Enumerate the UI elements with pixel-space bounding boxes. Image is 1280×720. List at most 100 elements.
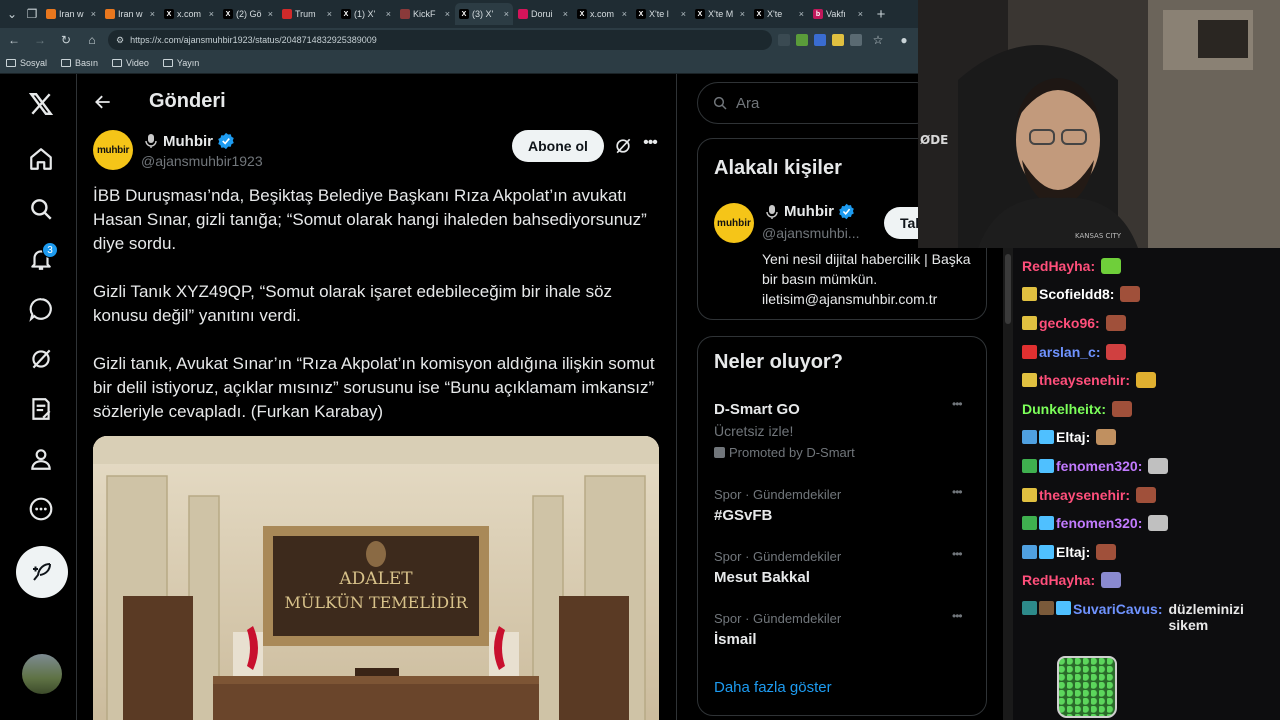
profile-icon[interactable]: ● <box>894 30 914 50</box>
grok-chat-icon[interactable] <box>17 285 65 333</box>
chat-username[interactable]: fenomen320: <box>1056 458 1142 474</box>
trend-name: Mesut Bakkal <box>714 569 810 586</box>
notifications-icon[interactable] <box>17 235 65 283</box>
chat-username[interactable]: arslan_c: <box>1039 344 1100 360</box>
browser-tab[interactable]: X X'te × <box>750 3 808 25</box>
tab-favicon-icon: X <box>754 9 764 19</box>
stream-chat: RedHayha: Scofieldd8: gecko96: arslan_c:the… <box>1013 248 1280 720</box>
tab-close-icon[interactable]: × <box>150 9 155 19</box>
trend-more-icon[interactable]: ••• <box>952 485 963 499</box>
forward-icon[interactable]: → <box>30 30 50 50</box>
home-icon[interactable] <box>17 135 65 183</box>
related-name-row[interactable]: Muhbir <box>764 203 855 220</box>
tab-close-icon[interactable]: × <box>858 9 863 19</box>
browser-tab[interactable]: X (2) Gö × <box>219 3 277 25</box>
site-info-icon[interactable]: ⚙ <box>116 35 124 46</box>
chat-username[interactable]: gecko96: <box>1039 315 1100 331</box>
browser-tab[interactable]: Iran w × <box>101 3 159 25</box>
related-avatar[interactable]: muhbir <box>714 203 754 243</box>
more-options-icon[interactable]: ••• <box>639 135 661 156</box>
author-name-row[interactable]: Muhbir <box>143 132 235 150</box>
tab-label: KickF <box>413 9 436 19</box>
scrollbar-thumb[interactable] <box>1005 254 1011 324</box>
account-avatar[interactable] <box>22 654 62 694</box>
browser-tab[interactable]: Trum × <box>278 3 336 25</box>
tab-close-icon[interactable]: × <box>799 9 804 19</box>
bookmark-folder[interactable]: Yayın <box>162 58 199 68</box>
extension-icon[interactable] <box>796 34 808 46</box>
tab-close-icon[interactable]: × <box>445 9 450 19</box>
chat-username[interactable]: RedHayha: <box>1022 258 1095 274</box>
tab-close-icon[interactable]: × <box>91 9 96 19</box>
favorites-icon[interactable]: ☆ <box>868 30 888 50</box>
trend-more-icon[interactable]: ••• <box>952 547 963 561</box>
show-more-link[interactable]: Daha fazla göster <box>714 679 832 696</box>
chat-username[interactable]: theaysenehir: <box>1039 372 1130 388</box>
extension-icon[interactable] <box>850 34 862 46</box>
tab-close-icon[interactable]: × <box>740 9 745 19</box>
browser-tab[interactable]: X (1) X' × <box>337 3 395 25</box>
chat-username[interactable]: Eltaj: <box>1056 544 1090 560</box>
browser-tab[interactable]: X X'te l × <box>632 3 690 25</box>
trend-item[interactable]: Spor · Gündemdekiler #GSvFB ••• <box>698 485 986 535</box>
browser-tab[interactable]: b Vakfı × <box>809 3 867 25</box>
trend-item-promoted[interactable]: D-Smart GO Ücretsiz izle! Promoted by D-… <box>698 395 986 465</box>
tab-close-icon[interactable]: × <box>209 9 214 19</box>
grok-explain-icon[interactable] <box>613 136 633 156</box>
chat-username[interactable]: theaysenehir: <box>1039 487 1130 503</box>
back-button[interactable] <box>91 90 115 114</box>
bookmark-folder[interactable]: Sosyal <box>6 58 47 68</box>
chat-username[interactable]: fenomen320: <box>1056 515 1142 531</box>
chat-scrollbar[interactable] <box>1003 248 1013 720</box>
bookmark-folder[interactable]: Video <box>112 58 149 68</box>
browser-tab[interactable]: X (3) X' × <box>455 3 513 25</box>
browser-tab[interactable]: Xx.com × <box>160 3 218 25</box>
lists-icon[interactable] <box>17 385 65 433</box>
address-field[interactable]: ⚙ https://x.com/ajansmuhbir1923/status/2… <box>108 30 772 50</box>
chat-username[interactable]: SuvariCavus: <box>1073 601 1162 617</box>
browser-tab[interactable]: Dorui × <box>514 3 572 25</box>
browser-tab[interactable]: KickF × <box>396 3 454 25</box>
workspaces-icon[interactable]: ❐ <box>22 4 42 24</box>
home-icon[interactable]: ⌂ <box>82 30 102 50</box>
tab-close-icon[interactable]: × <box>681 9 686 19</box>
trend-more-icon[interactable]: ••• <box>952 397 963 411</box>
tab-close-icon[interactable]: × <box>622 9 627 19</box>
browser-tab[interactable]: Iran w × <box>42 3 100 25</box>
post-paragraph: Gizli Tanık XYZ49QP, “Somut olarak işare… <box>93 282 613 325</box>
chat-badge-icon <box>1039 459 1054 473</box>
extension-icon[interactable] <box>814 34 826 46</box>
tab-list-icon[interactable]: ⌄ <box>2 4 22 24</box>
author-avatar[interactable]: muhbir <box>93 130 133 170</box>
back-icon[interactable]: ← <box>4 30 24 50</box>
extension-icon[interactable] <box>832 34 844 46</box>
browser-tab[interactable]: Xx.com × <box>573 3 631 25</box>
trend-item[interactable]: Spor · Gündemdekiler Mesut Bakkal ••• <box>698 547 986 597</box>
grok-icon[interactable] <box>17 335 65 383</box>
more-icon[interactable] <box>17 485 65 533</box>
tab-label: Dorui <box>531 9 553 19</box>
tab-close-icon[interactable]: × <box>268 9 273 19</box>
chat-username[interactable]: Eltaj: <box>1056 429 1090 445</box>
compose-post-button[interactable] <box>16 546 68 598</box>
search-input[interactable]: Ara <box>697 82 937 124</box>
trend-item[interactable]: Spor · Gündemdekiler İsmail ••• <box>698 609 986 659</box>
browser-tab[interactable]: X X'te M × <box>691 3 749 25</box>
profile-icon[interactable] <box>17 435 65 483</box>
bookmark-folder[interactable]: Basın <box>61 58 98 68</box>
x-logo-icon[interactable] <box>17 80 65 128</box>
chat-username[interactable]: Scofieldd8: <box>1039 286 1114 302</box>
tab-close-icon[interactable]: × <box>386 9 391 19</box>
post-image[interactable]: ADALET MÜLKÜN TEMELİDİR <box>93 436 659 720</box>
tab-close-icon[interactable]: × <box>504 9 509 19</box>
explore-icon[interactable] <box>17 185 65 233</box>
chat-username[interactable]: Dunkelheitx: <box>1022 401 1106 417</box>
tab-close-icon[interactable]: × <box>563 9 568 19</box>
trend-more-icon[interactable]: ••• <box>952 609 963 623</box>
extension-icon[interactable] <box>778 34 790 46</box>
chat-username[interactable]: RedHayha: <box>1022 572 1095 588</box>
tab-close-icon[interactable]: × <box>327 9 332 19</box>
reload-icon[interactable]: ↻ <box>56 30 76 50</box>
subscribe-button[interactable]: Abone ol <box>512 130 604 162</box>
new-tab-icon[interactable]: + <box>871 4 891 24</box>
